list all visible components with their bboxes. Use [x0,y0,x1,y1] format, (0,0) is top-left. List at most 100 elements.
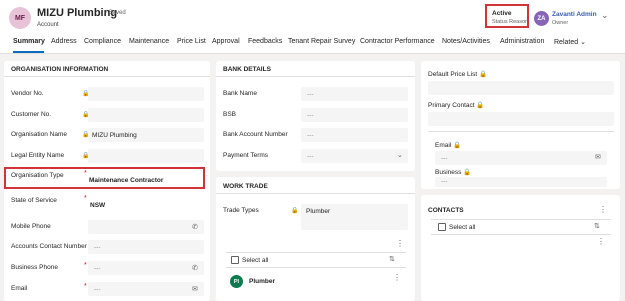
grid-divider [226,252,406,253]
required-marker: * [84,262,87,269]
tab-compliance[interactable]: Compliance [84,38,121,45]
more-options-icon[interactable]: ⋮ [396,239,404,248]
tab-feedbacks[interactable]: Feedbacks [248,38,282,45]
vendor-no-field[interactable] [88,87,204,101]
grid-divider [431,219,611,220]
price-list-label-text: Default Price List [428,71,478,78]
lock-icon: 🔒 [463,169,472,176]
tab-tenant-repair-survey[interactable]: Tenant Repair Survey [288,38,355,45]
business-phone-label: Business Phone [11,264,58,271]
section-divider [216,76,415,77]
bank-details-card: BANK DETAILS Bank Name --- BSB --- Bank … [216,61,415,171]
price-list-label: Default Price List 🔒 [428,70,487,78]
contact-email-value: --- [441,155,448,162]
bsb-value: --- [307,112,314,119]
status-reason-label: Status Reason [492,19,529,25]
tab-related[interactable]: Related ⌄ [554,38,586,46]
tab-notes-activities[interactable]: Notes/Activities [442,38,490,45]
save-status: - Saved [105,10,126,16]
payment-terms-label: Payment Terms [223,152,269,159]
lock-icon: 🔒 [291,208,299,214]
section-divider [216,193,415,194]
chevron-down-icon[interactable]: ⌄ [601,10,609,21]
sort-icon[interactable]: ⇅ [594,222,600,230]
primary-contact-label-text: Primary Contact [428,102,475,109]
grid-divider [431,234,611,235]
primary-contact-label: Primary Contact 🔒 [428,101,485,109]
section-divider [4,76,210,77]
phone-icon[interactable]: ✆ [192,223,198,231]
trade-types-value: Plumber [306,208,331,215]
tab-summary[interactable]: Summary [13,38,45,45]
customer-no-field[interactable] [88,108,204,122]
lock-icon: 🔒 [453,142,462,149]
tab-approval[interactable]: Approval [212,38,240,45]
more-options-icon[interactable]: ⋮ [599,205,607,214]
contact-email-field[interactable] [435,151,607,165]
plumber-row-label[interactable]: Plumber [249,278,275,285]
record-header: MF MIZU Plumbing - Saved Account Active … [0,0,625,36]
organisation-section-title: ORGANISATION INFORMATION [11,66,109,73]
payment-terms-select[interactable] [301,149,408,163]
email-label: Email [11,285,28,292]
section-divider [428,131,614,132]
tab-administration[interactable]: Administration [500,38,544,45]
owner-link[interactable]: Zavanti Admin [552,11,597,18]
account-no-label: Bank Account Number [223,131,288,138]
phone-icon[interactable]: ✆ [192,264,198,272]
bank-name-value: --- [307,91,314,98]
select-all-checkbox[interactable] [231,256,239,264]
owner-avatar: ZA [534,11,549,26]
primary-contact-field[interactable] [428,112,614,126]
business-phone-field[interactable] [88,261,204,275]
contact-email-label-text: Email [435,142,452,149]
contact-business-value: --- [441,178,448,185]
work-trade-section-title: WORK TRADE [223,183,268,190]
tab-address[interactable]: Address [51,38,77,45]
more-options-icon[interactable]: ⋮ [597,237,605,246]
trade-types-label: Trade Types [223,207,259,214]
vendor-no-label: Vendor No. [11,90,44,97]
chevron-down-icon[interactable]: ⌄ [397,151,403,159]
state-value[interactable]: NSW [90,202,105,209]
record-avatar: MF [9,7,31,29]
active-tab-indicator [13,51,44,53]
tab-contractor-performance[interactable]: Contractor Performance [360,38,435,45]
org-type-value[interactable]: Maintenance Contractor [89,177,163,184]
mail-icon[interactable]: ✉ [595,153,601,161]
contacts-select-all-label: Select all [449,224,476,231]
legal-entity-field[interactable] [88,149,204,163]
customer-no-label: Customer No. [11,111,52,118]
state-label: State of Service [11,197,57,204]
tab-bar: Summary Address Compliance Maintenance P… [0,36,625,54]
org-type-label: Organisation Type [11,172,64,179]
mail-icon[interactable]: ✉ [192,285,198,293]
record-entity-type: Account [37,22,59,28]
account-no-field[interactable] [301,128,408,142]
status-reason-value[interactable]: Active [492,10,512,17]
bank-name-field[interactable] [301,87,408,101]
tab-price-list[interactable]: Price List [177,38,206,45]
accounts-contact-field[interactable] [88,240,204,254]
legal-entity-label: Legal Entity Name [11,152,65,159]
contacts-section-title: CONTACTS [428,207,464,214]
email-field[interactable] [88,282,204,296]
mobile-field[interactable] [88,220,204,234]
sort-icon[interactable]: ⇅ [389,255,395,263]
more-options-icon[interactable]: ⋮ [393,273,401,282]
payment-terms-value: --- [307,153,314,160]
tab-related-label: Related [554,39,579,46]
tab-maintenance[interactable]: Maintenance [129,38,169,45]
bsb-field[interactable] [301,108,408,122]
owner-label: Owner [552,20,569,26]
price-list-field[interactable] [428,81,614,95]
work-trade-card: WORK TRADE Trade Types 🔒 Plumber ⋮ Selec… [216,177,415,301]
contact-email-label: Email 🔒 [435,141,461,149]
contacts-select-all-checkbox[interactable] [438,223,446,231]
contact-business-field[interactable] [435,177,607,187]
accounts-contact-label: Accounts Contact Number [11,243,87,250]
plumber-avatar: Pl [230,275,243,288]
grid-divider [226,267,406,268]
contacts-card: CONTACTS ⋮ Select all ⇅ ⋮ [421,195,620,301]
bank-name-label: Bank Name [223,90,257,97]
